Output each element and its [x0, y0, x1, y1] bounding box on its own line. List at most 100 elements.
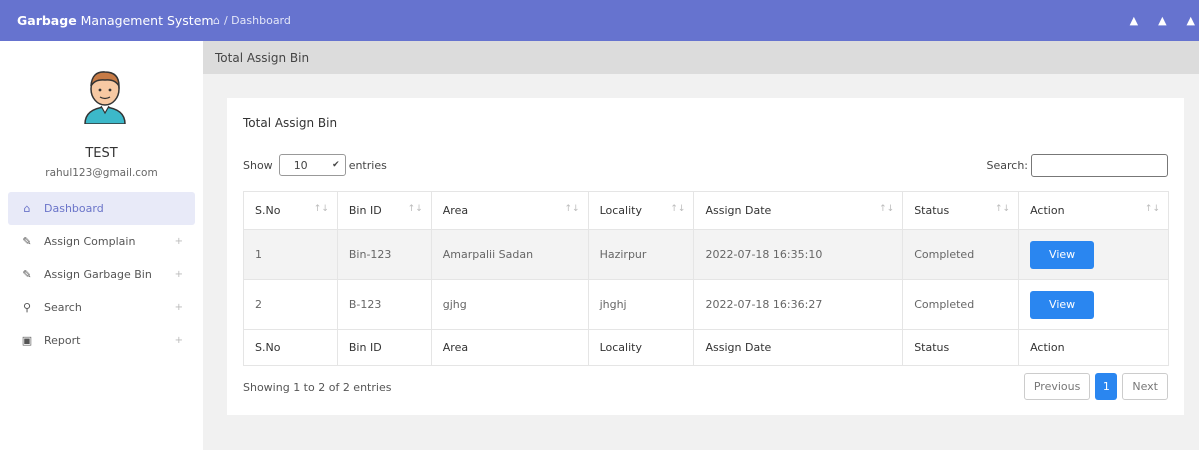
view-button[interactable]: View — [1030, 240, 1095, 269]
cell-locality: Hazirpur — [587, 229, 695, 280]
sort-icon: ↑↓ — [995, 204, 1011, 214]
sidebar-item-assign-complain[interactable]: ✎ Assign Complain + — [8, 225, 195, 258]
search-label: Search: — [986, 159, 1029, 172]
column-header-area[interactable]: Area ↑↓ — [430, 191, 589, 230]
cell-sno: 1 — [243, 229, 338, 280]
cell-assign-date: 2022-07-18 16:35:10 — [693, 229, 904, 280]
sort-icon: ↑↓ — [879, 204, 895, 214]
sidebar-menu: ⌂ Dashboard ✎ Assign Complain + ✎ Assign… — [8, 192, 195, 357]
column-header-assign-date[interactable]: Assign Date ↑↓ — [693, 191, 904, 230]
entries-select[interactable]: 10 ✔ — [278, 154, 346, 176]
footer-label-locality: Locality — [587, 329, 695, 366]
sidebar-item-dashboard[interactable]: ⌂ Dashboard — [8, 192, 195, 225]
brand-bold: Garbage — [17, 13, 77, 28]
column-header-bin-id[interactable]: Bin ID ↑↓ — [336, 191, 432, 230]
bin-table-card: Total Assign Bin Show 10 ✔ entries Searc… — [227, 98, 1184, 415]
avatar — [84, 71, 126, 124]
breadcrumb: ⌂ / Dashboard — [203, 14, 291, 27]
edit-icon: ✎ — [22, 268, 32, 281]
page-header: Total Assign Bin — [203, 41, 1199, 74]
column-header-label: Action — [1030, 204, 1065, 217]
sidebar: TEST rahul123@gmail.com ⌂ Dashboard ✎ As… — [0, 41, 203, 450]
footer-label-area: Area — [430, 329, 589, 366]
plus-icon: + — [174, 236, 183, 247]
column-header-label: Area — [442, 204, 469, 217]
sort-icon: ↑↓ — [564, 204, 580, 214]
table-row: 1 Bin-123 Amarpalii Sadan Hazirpur 2022-… — [243, 229, 1169, 280]
column-header-label: Locality — [599, 204, 642, 217]
column-header-label: Status — [914, 204, 950, 217]
sidebar-item-search[interactable]: ⚲ Search + — [8, 291, 195, 324]
sort-icon: ↑↓ — [313, 204, 329, 214]
table-row: 2 B-123 gjhg jhghj 2022-07-18 16:36:27 C… — [243, 279, 1169, 330]
sidebar-item-assign-garbage-bin[interactable]: ✎ Assign Garbage Bin + — [8, 258, 195, 291]
sort-icon: ↑↓ — [670, 204, 686, 214]
cell-area: gjhg — [430, 279, 589, 330]
sidebar-item-label: Report — [44, 334, 81, 347]
column-header-sno[interactable]: S.No ↑↓ — [243, 191, 338, 230]
cell-sno: 2 — [243, 279, 338, 330]
topbar-icons: ▲ ▲ ▲ — [1110, 0, 1195, 41]
cell-bin-id: B-123 — [336, 279, 432, 330]
table-footer-row: S.No Bin ID Area Locality Assign Date St… — [243, 329, 1169, 366]
page-title: Total Assign Bin — [215, 50, 310, 65]
cell-bin-id: Bin-123 — [336, 229, 432, 280]
card-title: Total Assign Bin — [243, 116, 338, 130]
plus-icon: + — [174, 335, 183, 346]
footer-label-sno: S.No — [243, 329, 338, 366]
cell-status: Completed — [902, 279, 1020, 330]
column-header-status[interactable]: Status ↑↓ — [902, 191, 1020, 230]
cell-status: Completed — [902, 229, 1020, 280]
sidebar-item-label: Dashboard — [44, 202, 104, 215]
cell-assign-date: 2022-07-18 16:36:27 — [693, 279, 904, 330]
column-header-action[interactable]: Action ↑↓ — [1018, 191, 1169, 230]
search-icon: ⚲ — [22, 301, 32, 314]
bell-icon[interactable]: ▲ — [1158, 14, 1166, 27]
cell-locality: jhghj — [587, 279, 695, 330]
column-header-locality[interactable]: Locality ↑↓ — [587, 191, 695, 230]
sort-icon: ↑↓ — [407, 204, 423, 214]
edit-icon: ✎ — [22, 235, 32, 248]
plus-icon: + — [174, 269, 183, 280]
plus-icon: + — [174, 302, 183, 313]
sort-icon: ↑↓ — [1144, 204, 1160, 214]
table-search: Search: — [986, 154, 1168, 177]
footer-label-assign-date: Assign Date — [693, 329, 904, 366]
footer-label-status: Status — [902, 329, 1020, 366]
lock-icon: ▣ — [21, 334, 33, 347]
user-icon[interactable]: ▲ — [1187, 14, 1195, 27]
page-1-button[interactable]: 1 — [1095, 373, 1118, 400]
chevron-down-icon: ✔ — [332, 160, 340, 170]
entries-label: entries — [348, 158, 387, 172]
sidebar-item-report[interactable]: ▣ Report + — [8, 324, 195, 357]
next-button[interactable]: Next — [1122, 373, 1168, 400]
brand-title[interactable]: Garbage Management System — [0, 13, 214, 28]
footer-label-bin-id: Bin ID — [336, 329, 432, 366]
view-button[interactable]: View — [1030, 290, 1095, 319]
sidebar-item-label: Search — [44, 301, 82, 314]
entries-select-value: 10 — [293, 158, 308, 172]
cell-area: Amarpalii Sadan — [430, 229, 589, 280]
table-header-row: S.No ↑↓ Bin ID ↑↓ Area ↑↓ Locality ↑↓ Assign… — [243, 191, 1169, 230]
column-header-label: S.No — [255, 204, 281, 217]
previous-button[interactable]: Previous — [1023, 373, 1091, 400]
cell-action: View — [1018, 279, 1169, 330]
user-email: rahul123@gmail.com — [45, 167, 158, 179]
pagination: Previous 1 Next — [1023, 373, 1168, 400]
entries-length-control: Show 10 ✔ entries — [243, 154, 387, 176]
top-navbar: Garbage Management System ⌂ / Dashboard … — [0, 0, 1199, 41]
table-info: Showing 1 to 2 of 2 entries — [243, 381, 392, 394]
bin-table: S.No ↑↓ Bin ID ↑↓ Area ↑↓ Locality ↑↓ Assign… — [243, 191, 1169, 366]
bell-icon[interactable]: ▲ — [1130, 14, 1138, 27]
show-label: Show — [243, 158, 273, 172]
column-header-label: Assign Date — [705, 204, 772, 217]
brand-rest: Management System — [76, 13, 214, 28]
cell-action: View — [1018, 229, 1169, 280]
home-icon[interactable]: ⌂ — [213, 14, 220, 27]
home-icon: ⌂ — [23, 202, 31, 215]
sidebar-item-label: Assign Complain — [44, 235, 136, 248]
sidebar-item-label: Assign Garbage Bin — [44, 268, 152, 281]
user-name: TEST — [85, 146, 118, 161]
search-input[interactable] — [1031, 154, 1168, 177]
breadcrumb-current: / Dashboard — [223, 14, 291, 27]
